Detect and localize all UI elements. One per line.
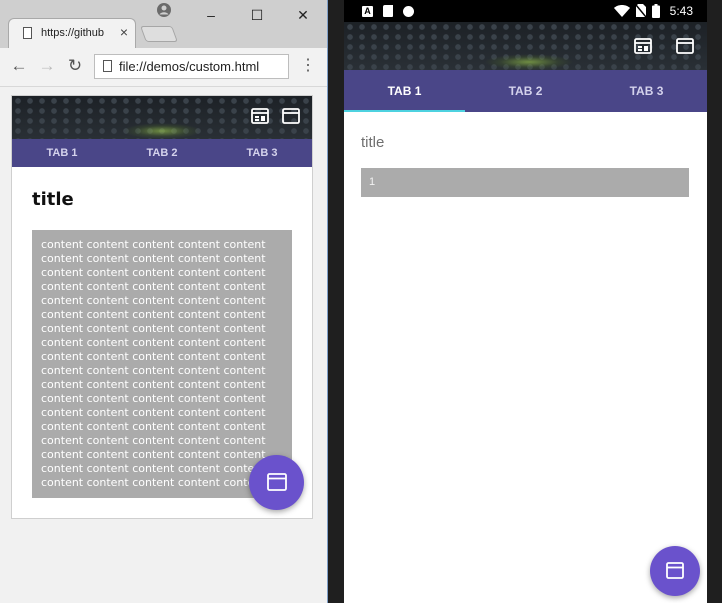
- document-icon: [23, 27, 32, 39]
- app-header-image: [344, 22, 707, 70]
- browser-tab-title: https://github: [41, 27, 104, 39]
- forward-button[interactable]: →: [36, 56, 58, 76]
- back-button[interactable]: ←: [8, 56, 30, 76]
- content-line: content content content content content: [41, 378, 266, 391]
- active-tab-indicator: [344, 110, 465, 112]
- close-window-button[interactable]: ✕: [291, 5, 315, 25]
- phone-screen: A 5:43 TAB 1 TAB 2 TAB 3 title 1: [344, 0, 707, 603]
- page-info-icon[interactable]: [103, 60, 112, 72]
- no-sim-icon: [635, 4, 646, 18]
- window-icon[interactable]: [675, 36, 695, 56]
- content-line: content content content content content: [41, 406, 266, 419]
- content-line: content content content content content: [41, 350, 266, 363]
- wifi-icon: [613, 5, 630, 17]
- content-line: content content content content content: [41, 392, 266, 405]
- content-line: content content content content content: [41, 364, 266, 377]
- tab-close-icon[interactable]: ×: [117, 24, 131, 40]
- tab-1[interactable]: TAB 1: [12, 139, 112, 167]
- browser-menu-button[interactable]: ⋮: [300, 56, 316, 76]
- floating-action-button[interactable]: [650, 546, 700, 596]
- content-line: content content content content content: [41, 266, 266, 279]
- tab-2[interactable]: TAB 2: [112, 139, 212, 167]
- profile-icon[interactable]: [156, 2, 172, 18]
- content-line: content content content content content: [41, 322, 266, 335]
- battery-icon: [651, 4, 660, 18]
- browser-toolbar: ← → ↻ file://demos/custom.html ⋮: [0, 48, 327, 87]
- content-line: content content content content content: [41, 308, 266, 321]
- app-header-image: [12, 96, 312, 139]
- tab-3[interactable]: TAB 3: [586, 70, 707, 112]
- header-glow: [484, 54, 574, 70]
- browser-viewport: TAB 1 TAB 2 TAB 3 title content content …: [0, 87, 327, 603]
- record-icon: [403, 5, 414, 17]
- content-block: 1: [361, 168, 689, 197]
- status-left-icons: A: [362, 5, 414, 17]
- calendar-view-icon[interactable]: [250, 106, 270, 126]
- header-glow: [122, 123, 202, 139]
- maximize-button[interactable]: ☐: [245, 5, 269, 25]
- status-bar: A 5:43: [344, 0, 707, 22]
- app-tab-bar: TAB 1 TAB 2 TAB 3: [344, 70, 707, 112]
- address-url: file://demos/custom.html: [119, 59, 260, 74]
- window-icon: [666, 562, 684, 579]
- content-value: 1: [369, 176, 376, 188]
- sd-card-icon: [383, 5, 393, 17]
- content-line: content content content content content: [41, 434, 266, 447]
- window-icon: [267, 473, 287, 491]
- content-line: content content content content content: [41, 420, 266, 433]
- floating-action-button[interactable]: [249, 455, 304, 510]
- tab-2[interactable]: TAB 2: [465, 70, 586, 112]
- status-right-icons: 5:43: [613, 4, 693, 18]
- tab-1[interactable]: TAB 1: [344, 70, 465, 112]
- content-line: content content content content content: [41, 252, 266, 265]
- page-title: title: [32, 189, 74, 210]
- minimize-button[interactable]: –: [199, 5, 223, 25]
- content-line: content content content content content: [41, 280, 266, 293]
- page-title: title: [361, 134, 385, 151]
- app-tab-bar: TAB 1 TAB 2 TAB 3: [12, 139, 312, 167]
- new-tab-button[interactable]: [140, 26, 178, 42]
- tab-3[interactable]: TAB 3: [212, 139, 312, 167]
- content-line: content content content content content: [41, 336, 266, 349]
- window-icon[interactable]: [281, 106, 301, 126]
- a-notification-icon: A: [362, 5, 373, 17]
- browser-window: https://github × – ☐ ✕ ← → ↻ file://demo…: [0, 0, 328, 603]
- content-line: content content content content content: [41, 238, 266, 251]
- content-line: content content content content content: [41, 294, 266, 307]
- address-bar[interactable]: file://demos/custom.html: [94, 54, 289, 79]
- status-time: 5:43: [669, 4, 693, 18]
- tab-1-label: TAB 1: [387, 84, 422, 98]
- browser-tab[interactable]: https://github ×: [8, 18, 136, 48]
- reload-button[interactable]: ↻: [64, 56, 86, 76]
- browser-titlebar: https://github × – ☐ ✕: [0, 0, 327, 48]
- calendar-view-icon[interactable]: [633, 36, 653, 56]
